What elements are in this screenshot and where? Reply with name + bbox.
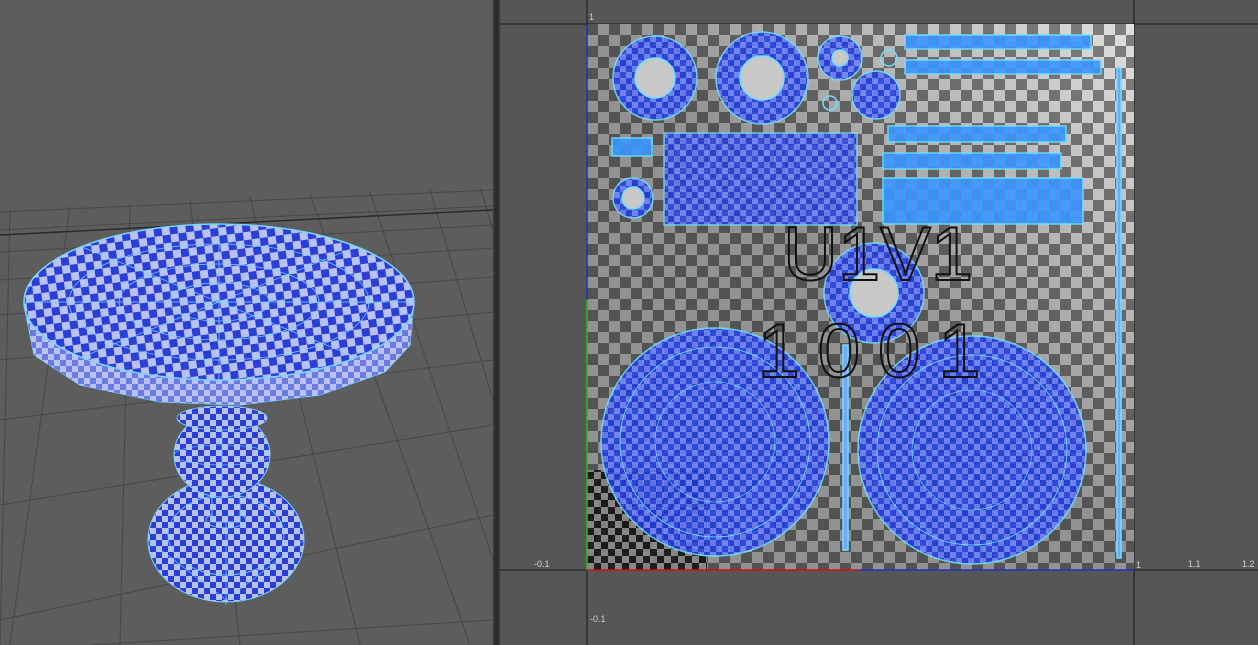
- ring-small: [817, 35, 863, 81]
- uv-canvas[interactable]: U1V1 1001: [500, 0, 1258, 645]
- tick-v-top: 1: [589, 12, 595, 22]
- pole-right: [1116, 67, 1122, 559]
- tick-v-minus: -0.1: [590, 614, 606, 624]
- ring-large-1: [612, 35, 698, 121]
- strip-2: [904, 59, 1102, 75]
- table-top[interactable]: [23, 223, 415, 406]
- panel-splitter[interactable]: [493, 0, 500, 645]
- 3d-viewport[interactable]: [0, 0, 493, 645]
- tick-u-minus: -0.1: [534, 559, 550, 569]
- uv-editor[interactable]: U1V1 1001 1 -0.1 1 1.1 1.2 -0.1: [500, 0, 1258, 645]
- ring-small-left: [612, 177, 654, 219]
- tick-u-one: 1: [1136, 560, 1142, 570]
- udim-name-label: U1V1: [783, 212, 973, 297]
- ring-large-2: [715, 31, 809, 125]
- strip-1: [904, 34, 1092, 50]
- small-block: [611, 137, 653, 157]
- strip-3: [887, 125, 1067, 143]
- udim-number-label: 1001: [757, 309, 998, 394]
- tick-u-one-two: 1.2: [1242, 559, 1255, 569]
- viewport-canvas[interactable]: [0, 0, 493, 645]
- disc-small: [851, 70, 901, 120]
- tick-u-one-one: 1.1: [1188, 559, 1201, 569]
- strip-4: [882, 152, 1062, 170]
